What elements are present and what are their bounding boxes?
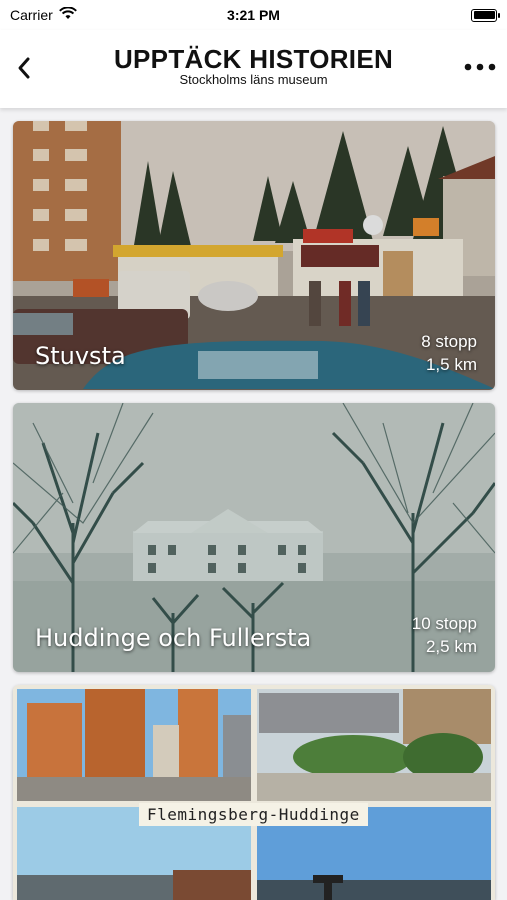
battery-icon (471, 8, 500, 22)
tour-card-flemingsberg[interactable]: Flemingsberg-Huddinge (13, 685, 495, 900)
status-left: Carrier (10, 6, 77, 23)
tour-meta: 8 stopp 1,5 km (421, 330, 477, 376)
tour-card-stuvsta[interactable]: Stuvsta 8 stopp 1,5 km (13, 121, 495, 390)
tour-distance: 2,5 km (425, 637, 477, 656)
battery-level (473, 11, 495, 19)
nav-bar: UPPTÄCK HISTORIEN Stockholms läns museum (0, 30, 507, 108)
tour-stops: 10 stopp (411, 614, 477, 633)
carrier-label: Carrier (10, 7, 53, 23)
more-dots-icon (464, 63, 496, 71)
tour-photo (13, 685, 495, 900)
page-title: UPPTÄCK HISTORIEN (113, 44, 394, 74)
tour-card-huddinge-fullersta[interactable]: Huddinge och Fullersta 10 stopp 2,5 km (13, 403, 495, 672)
page-subtitle: Stockholms läns museum (179, 72, 328, 87)
tour-distance: 1,5 km (425, 355, 477, 374)
tour-stops: 8 stopp (421, 332, 477, 351)
status-bar: Carrier 3:21 PM (0, 0, 507, 30)
tour-meta: 10 stopp 2,5 km (412, 612, 477, 658)
postcard-caption: Flemingsberg-Huddinge (139, 803, 368, 826)
more-button[interactable] (463, 52, 497, 82)
tour-title: Stuvsta (35, 342, 126, 370)
tour-title: Huddinge och Fullersta (35, 624, 312, 652)
wifi-icon (58, 6, 77, 23)
